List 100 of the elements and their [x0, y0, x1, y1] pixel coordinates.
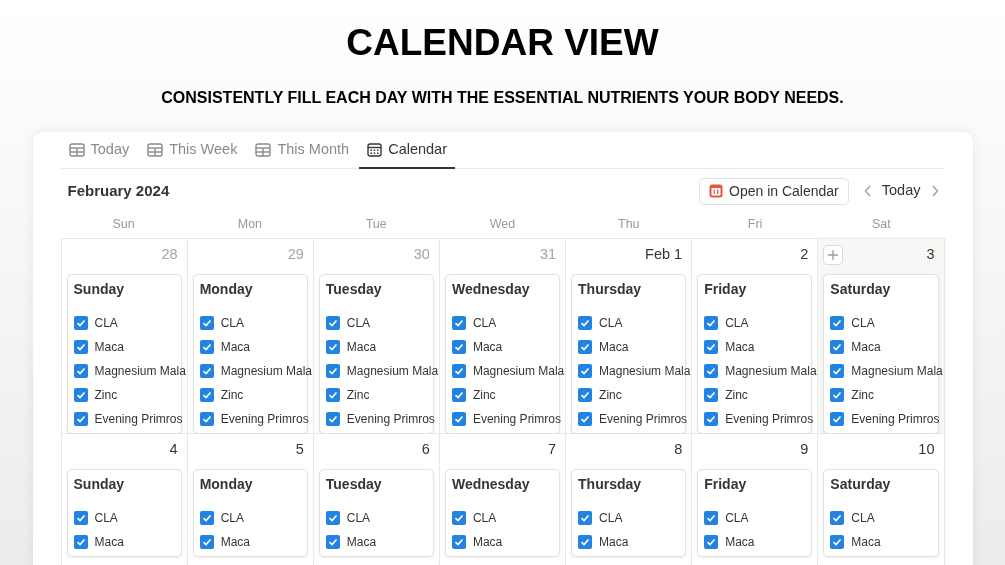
checkbox[interactable] — [325, 411, 340, 426]
entry-title: Thursday — [578, 279, 643, 299]
day-number: 7 — [548, 440, 558, 460]
day-cell[interactable]: 3 Saturday CLA Maca Magnesium Mala Zinc Evening Primros — [818, 239, 945, 434]
checkbox[interactable] — [830, 535, 845, 549]
check-icon — [706, 413, 717, 424]
previous-icon[interactable] — [863, 185, 872, 197]
day-entry-card[interactable]: Monday CLA Maca — [192, 469, 308, 557]
checkbox[interactable] — [199, 315, 214, 330]
supplement-label: CLA — [725, 314, 749, 332]
day-entry-card[interactable]: Sunday CLA Maca — [66, 469, 182, 557]
supplement-label: Zinc — [725, 386, 748, 404]
checkbox[interactable] — [199, 339, 214, 354]
supplement-label: CLA — [599, 314, 623, 332]
add-button[interactable] — [823, 244, 844, 265]
checkbox[interactable] — [704, 363, 719, 378]
checkbox[interactable] — [199, 511, 214, 525]
supplement-label: Evening Primros — [851, 410, 940, 428]
checkbox[interactable] — [73, 315, 88, 330]
checkbox[interactable] — [325, 363, 340, 378]
checkbox[interactable] — [325, 387, 340, 402]
day-entry-card[interactable]: Friday CLA Maca — [697, 469, 813, 557]
check-icon — [201, 341, 212, 352]
view-tab[interactable]: This Week — [139, 132, 246, 169]
checkbox[interactable] — [704, 387, 719, 402]
day-number: 28 — [161, 245, 179, 264]
checkbox[interactable] — [830, 411, 845, 426]
checkbox[interactable] — [325, 339, 340, 354]
day-entry-card[interactable]: Saturday CLA Maca — [823, 469, 939, 557]
checkbox[interactable] — [451, 315, 466, 330]
view-tab[interactable]: This Month — [247, 132, 358, 169]
check-icon — [706, 537, 717, 547]
checkbox[interactable] — [451, 511, 466, 525]
day-cell[interactable]: 29 Monday CLA Maca Magnesium Mala Zinc Evening Primros — [187, 239, 314, 434]
supplement-label: CLA — [851, 314, 875, 332]
checkbox[interactable] — [830, 511, 845, 525]
day-entry-card[interactable]: Thursday CLA Maca — [571, 469, 687, 557]
supplement-label: CLA — [851, 510, 875, 527]
checkbox[interactable] — [578, 339, 593, 354]
supplement-label: CLA — [220, 510, 244, 527]
day-cell[interactable]: 31 Wednesday CLA Maca Magnesium Mala Zinc Evening Primros — [439, 239, 567, 434]
checkbox[interactable] — [704, 411, 719, 426]
weekday-label: Fri — [746, 216, 764, 234]
checkbox[interactable] — [578, 511, 593, 525]
checkbox[interactable] — [73, 411, 88, 426]
checkbox[interactable] — [578, 387, 593, 402]
checkbox[interactable] — [199, 411, 214, 426]
supplement-label: CLA — [346, 314, 371, 332]
checkbox[interactable] — [830, 339, 845, 354]
calendar-app-icon — [709, 184, 724, 198]
checkbox[interactable] — [578, 363, 593, 378]
checkbox[interactable] — [704, 511, 719, 525]
open-in-calendar-button[interactable]: Open in Calendar — [699, 177, 849, 205]
checkbox[interactable] — [325, 511, 340, 525]
view-tab[interactable]: Today — [60, 132, 138, 169]
day-number: 31 — [539, 245, 558, 264]
checkbox[interactable] — [73, 339, 88, 354]
checkbox[interactable] — [199, 387, 214, 402]
next-icon[interactable] — [930, 185, 939, 197]
checkbox[interactable] — [451, 363, 466, 378]
check-icon — [580, 413, 591, 424]
checkbox[interactable] — [578, 315, 593, 330]
checkbox[interactable] — [199, 363, 214, 378]
today-button[interactable]: Today — [871, 180, 931, 202]
day-cell[interactable]: 28 Sunday CLA Maca Magnesium Mala Zinc Evening Primros — [61, 239, 188, 434]
entry-title: Wednesday — [451, 279, 531, 299]
checkbox[interactable] — [704, 339, 719, 354]
checkbox[interactable] — [73, 535, 88, 549]
day-cell[interactable]: 2 Friday CLA Maca Magnesium Mala Zinc Evening Primros — [692, 239, 819, 434]
checkbox[interactable] — [451, 387, 466, 402]
checkbox[interactable] — [325, 535, 340, 549]
checkbox[interactable] — [830, 387, 845, 402]
day-cell[interactable]: 30 Tuesday CLA Maca Magnesium Mala Zinc Evening Primros — [313, 239, 440, 434]
checkbox[interactable] — [73, 511, 88, 525]
checkbox[interactable] — [73, 387, 88, 402]
entry-title: Sunday — [73, 279, 126, 299]
check-icon — [453, 317, 464, 328]
checkbox[interactable] — [704, 315, 719, 330]
checkbox[interactable] — [451, 535, 466, 549]
checkbox[interactable] — [325, 315, 340, 330]
check-icon — [832, 341, 843, 352]
supplement-label: Evening Primros — [725, 410, 814, 428]
day-cell[interactable]: Feb 1 Thursday CLA Maca Magnesium Mala Zinc Evening Primros — [566, 239, 693, 434]
checkbox[interactable] — [451, 339, 466, 354]
supplement-label: Maca — [472, 534, 503, 551]
supplement-label: CLA — [220, 314, 244, 332]
checkbox[interactable] — [830, 363, 845, 378]
day-entry-card[interactable]: Tuesday CLA Maca — [318, 469, 434, 557]
check-icon — [832, 317, 843, 328]
checkbox[interactable] — [578, 411, 593, 426]
checkbox[interactable] — [578, 535, 593, 549]
view-tab[interactable]: Calendar — [359, 132, 455, 169]
checkbox[interactable] — [199, 535, 214, 549]
day-entry-card[interactable]: Wednesday CLA Maca — [444, 469, 561, 557]
checkbox[interactable] — [451, 411, 466, 426]
checkbox[interactable] — [704, 535, 719, 549]
checkbox[interactable] — [830, 315, 845, 330]
checkbox[interactable] — [73, 363, 88, 378]
supplement-label: CLA — [94, 314, 118, 332]
entry-title: Monday — [199, 279, 254, 299]
